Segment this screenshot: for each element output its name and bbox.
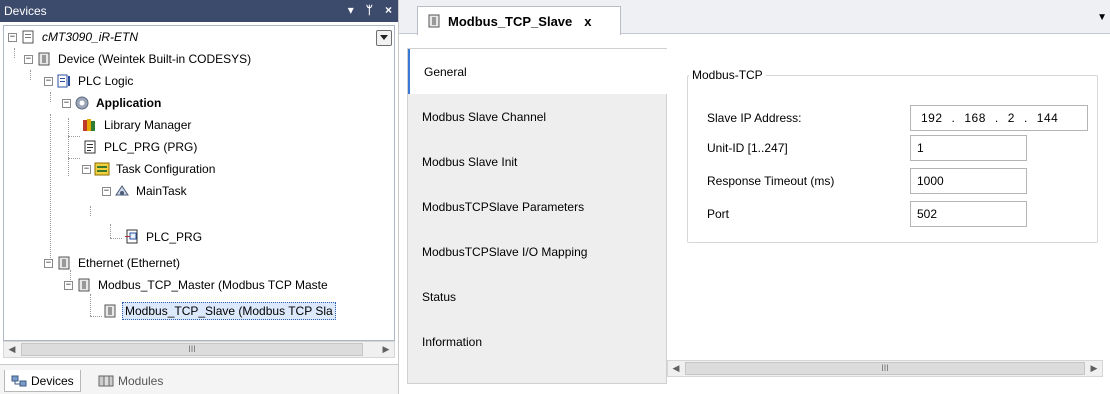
tab-modules[interactable]: Modules xyxy=(92,370,169,392)
device-icon xyxy=(76,277,92,293)
field-label: Port xyxy=(707,207,730,221)
tree-item-maintask[interactable]: − MainTask xyxy=(102,180,189,202)
editor-side-nav: General Modbus Slave Channel Modbus Slav… xyxy=(407,48,668,384)
unit-id-input[interactable]: 1 xyxy=(910,135,1027,161)
modules-icon xyxy=(98,373,114,389)
tree-item-label: Application xyxy=(96,96,162,110)
project-icon xyxy=(20,29,36,45)
nav-general[interactable]: General xyxy=(408,49,668,94)
tree-item-project[interactable]: − cMT3090_iR-ETN xyxy=(8,26,140,48)
ip-octet-3[interactable]: 2 xyxy=(1008,111,1015,125)
devices-pane-header: Devices ▾ ᛘ × xyxy=(0,0,398,22)
device-editor: Modbus_TCP_Slave x ▼ General Modbus Slav… xyxy=(398,0,1110,394)
tab-label: Devices xyxy=(31,373,74,388)
tab-title: Modbus_TCP_Slave xyxy=(448,13,573,29)
tree-item-modbus-tcp-slave[interactable]: Modbus_TCP_Slave (Modbus TCP Sla xyxy=(102,300,336,322)
device-icon xyxy=(56,255,72,271)
tree-item-library-manager[interactable]: Library Manager xyxy=(82,114,193,136)
collapse-icon[interactable]: − xyxy=(24,54,33,64)
scroll-left-icon[interactable]: ◀ xyxy=(668,361,684,376)
tab-modbus-tcp-slave[interactable]: Modbus_TCP_Slave x xyxy=(417,6,621,35)
field-label: Unit-ID [1..247] xyxy=(707,141,788,155)
scroll-thumb[interactable]: III xyxy=(21,343,363,356)
scroll-left-icon[interactable]: ◀ xyxy=(4,342,20,357)
tree-item-application[interactable]: − Application xyxy=(62,92,163,114)
pin-icon[interactable]: ᛘ xyxy=(366,2,373,18)
nav-modbus-slave-channel[interactable]: Modbus Slave Channel xyxy=(408,94,668,139)
port-input[interactable]: 502 xyxy=(910,201,1027,227)
collapse-icon[interactable]: − xyxy=(62,98,71,108)
devices-pane: Devices ▾ ᛘ × − cMT3090_iR-ETN − Device … xyxy=(0,0,398,394)
tree-item-plc-logic[interactable]: − PLC Logic xyxy=(44,70,135,92)
close-icon[interactable]: x xyxy=(584,14,591,29)
nav-modbustcpslave-io-mapping[interactable]: ModbusTCPSlave I/O Mapping xyxy=(408,229,668,274)
group-title: Modbus-TCP xyxy=(689,68,766,82)
collapse-icon[interactable]: − xyxy=(44,258,53,268)
tree-item-plc-prg[interactable]: PLC_PRG (PRG) xyxy=(82,136,199,158)
tab-list-dropdown-icon[interactable]: ▼ xyxy=(1097,12,1107,23)
ip-octet-4[interactable]: 144 xyxy=(1037,111,1059,125)
ip-octet-1[interactable]: 192 xyxy=(921,111,943,125)
device-icon xyxy=(102,303,118,319)
tree-item-plc-prg-call[interactable]: PLC_PRG xyxy=(124,226,204,248)
task-icon xyxy=(114,183,130,199)
close-pane-icon[interactable]: × xyxy=(385,2,392,18)
tree-item-label: PLC_PRG (PRG) xyxy=(104,140,198,154)
chevron-down-icon[interactable] xyxy=(376,30,392,46)
scroll-thumb[interactable]: III xyxy=(685,362,1085,375)
collapse-icon[interactable]: − xyxy=(102,186,111,196)
tree-item-task-configuration[interactable]: − Task Configuration xyxy=(82,158,217,180)
tree-item-label: MainTask xyxy=(136,184,187,198)
tree-item-label: PLC_PRG xyxy=(146,230,203,244)
tab-devices[interactable]: Devices xyxy=(4,370,81,392)
nav-status[interactable]: Status xyxy=(408,274,668,319)
nav-information[interactable]: Information xyxy=(408,319,668,364)
tree-item-label: cMT3090_iR-ETN xyxy=(42,30,139,44)
devices-pane-title: Devices xyxy=(4,4,47,18)
document-tab-bar: Modbus_TCP_Slave x ▼ xyxy=(399,0,1110,35)
tree-item-label: Device (Weintek Built-in CODESYS) xyxy=(58,52,252,66)
slave-ip-address-input[interactable]: 192 . 168 . 2 . 144 xyxy=(910,105,1088,131)
pane-dropdown-icon[interactable]: ▾ xyxy=(348,2,354,18)
devices-horizontal-scrollbar[interactable]: ◀ III ▶ xyxy=(3,341,395,358)
collapse-icon[interactable]: − xyxy=(8,32,17,42)
plc-logic-icon xyxy=(56,73,72,89)
response-timeout-input[interactable]: 1000 xyxy=(910,168,1027,194)
application-gear-icon xyxy=(74,95,90,111)
pou-icon xyxy=(82,139,98,155)
nav-modbustcpslave-parameters[interactable]: ModbusTCPSlave Parameters xyxy=(408,184,668,229)
tab-label: Modules xyxy=(118,374,164,388)
collapse-icon[interactable]: − xyxy=(82,164,91,174)
devices-icon xyxy=(11,373,27,389)
tree-item-label: Ethernet (Ethernet) xyxy=(78,256,181,270)
ip-octet-2[interactable]: 168 xyxy=(964,111,986,125)
tree-item-label: PLC Logic xyxy=(78,74,134,88)
scroll-right-icon[interactable]: ▶ xyxy=(1086,361,1102,376)
general-settings-content: Modbus-TCP Slave IP Address: 192 . 168 .… xyxy=(667,48,1103,374)
editor-horizontal-scrollbar[interactable]: ◀ III ▶ xyxy=(667,360,1103,377)
tree-item-label: Library Manager xyxy=(104,118,192,132)
device-icon xyxy=(426,13,442,29)
device-icon xyxy=(36,51,52,67)
field-label: Response Timeout (ms) xyxy=(707,174,835,188)
program-call-icon xyxy=(124,229,140,245)
library-books-icon xyxy=(82,117,98,133)
devices-bottom-tabs: Devices Modules xyxy=(0,364,398,394)
tree-item-label: Modbus_TCP_Master (Modbus TCP Maste xyxy=(98,278,328,292)
collapse-icon[interactable]: − xyxy=(64,280,73,290)
task-config-icon xyxy=(94,161,110,177)
collapse-icon[interactable]: − xyxy=(44,76,53,86)
field-label: Slave IP Address: xyxy=(707,111,802,125)
tree-item-modbus-tcp-master[interactable]: − Modbus_TCP_Master (Modbus TCP Maste xyxy=(64,274,330,296)
tree-item-ethernet[interactable]: − Ethernet (Ethernet) xyxy=(44,252,182,274)
tree-item-label: Modbus_TCP_Slave (Modbus TCP Sla xyxy=(122,302,336,320)
tree-item-device[interactable]: − Device (Weintek Built-in CODESYS) xyxy=(24,48,253,70)
nav-modbus-slave-init[interactable]: Modbus Slave Init xyxy=(408,139,668,184)
tree-item-label: Task Configuration xyxy=(116,162,216,176)
scroll-right-icon[interactable]: ▶ xyxy=(378,342,394,357)
device-tree: − cMT3090_iR-ETN − Device (Weintek Built… xyxy=(3,25,395,341)
